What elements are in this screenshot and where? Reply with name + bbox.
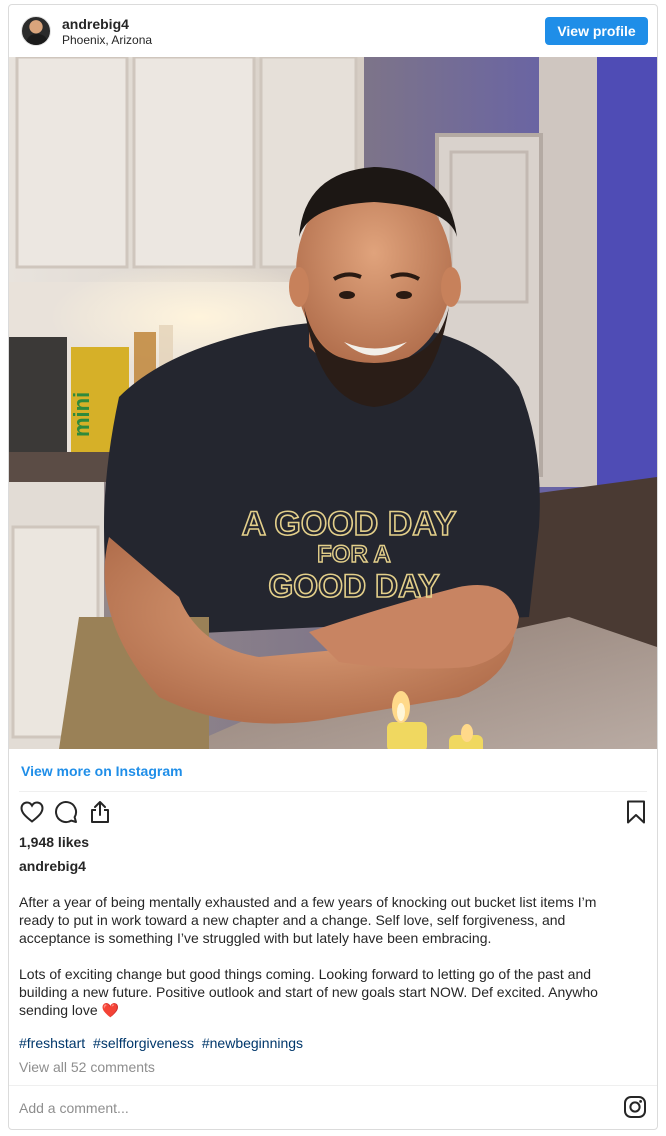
hashtag-list: #freshstart #selfforgiveness #newbeginni… xyxy=(19,1035,307,1051)
post-username[interactable]: andrebig4 xyxy=(62,16,129,32)
post-caption: After a year of being mentally exhausted… xyxy=(19,893,619,1037)
heart-icon[interactable] xyxy=(19,799,45,825)
bookmark-icon[interactable] xyxy=(623,799,649,825)
shirt-text-line1: A GOOD DAY xyxy=(242,505,457,543)
can-label: mini xyxy=(69,392,94,437)
caption-username[interactable]: andrebig4 xyxy=(19,858,86,874)
avatar[interactable] xyxy=(21,16,51,46)
hashtag-link[interactable]: #newbeginnings xyxy=(202,1035,303,1051)
add-comment-input[interactable] xyxy=(19,1097,599,1119)
caption-paragraph: After a year of being mentally exhausted… xyxy=(19,894,597,946)
post-header: andrebig4 Phoenix, Arizona View profile xyxy=(9,5,657,57)
divider xyxy=(9,1085,657,1086)
view-profile-button[interactable]: View profile xyxy=(545,17,648,45)
caption-paragraph: Lots of exciting change but good things … xyxy=(19,965,619,1019)
instagram-logo-icon[interactable] xyxy=(623,1095,647,1119)
comment-icon[interactable] xyxy=(53,799,79,825)
hashtag-link[interactable]: #selfforgiveness xyxy=(93,1035,194,1051)
view-all-comments-link[interactable]: View all 52 comments xyxy=(19,1059,155,1075)
heart-emoji: ❤️ xyxy=(101,1002,119,1018)
view-more-on-instagram-link[interactable]: View more on Instagram xyxy=(21,763,183,779)
shirt-text-line3: GOOD DAY xyxy=(268,568,439,604)
post-photo-illustration: mini A GOOD DAY FOR A GOOD DAY xyxy=(9,57,657,749)
likes-count[interactable]: 1,948 likes xyxy=(19,834,89,850)
instagram-embed-card: andrebig4 Phoenix, Arizona View profile xyxy=(8,4,658,1130)
post-location[interactable]: Phoenix, Arizona xyxy=(62,33,152,47)
post-photo[interactable]: mini A GOOD DAY FOR A GOOD DAY xyxy=(9,57,657,749)
share-icon[interactable] xyxy=(87,799,113,825)
hashtag-link[interactable]: #freshstart xyxy=(19,1035,85,1051)
action-bar xyxy=(9,799,657,829)
shirt-text-line2: FOR A xyxy=(317,541,391,568)
divider xyxy=(19,791,647,792)
